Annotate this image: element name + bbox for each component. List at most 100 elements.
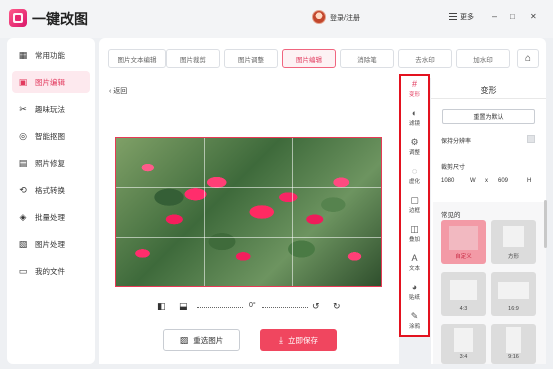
back-link[interactable]: ‹ 返回: [109, 86, 127, 96]
sidebar-item-repair[interactable]: ▤ 照片修复: [12, 152, 90, 174]
overlay-icon: ◫: [410, 224, 419, 234]
preset-thumb: [454, 328, 473, 352]
tool-sticker[interactable]: ◕ 贴纸: [401, 279, 428, 305]
crop-grid-line: [116, 236, 381, 238]
sidebar: ▦ 常用功能 ▣ 图片编辑 ✂ 趣味玩法 ◎ 智能抠图 ▤ 照片修复 ⟲ 格式转…: [7, 38, 95, 364]
photo-repair-icon: ▤: [18, 157, 28, 168]
blur-icon: ◌: [411, 166, 418, 176]
preset-thumb: [450, 280, 477, 300]
text-icon: A: [411, 253, 418, 263]
tool-filter[interactable]: ◐ 滤镜: [401, 105, 428, 131]
tool-column: # 变形 ◐ 滤镜 ⚙ 调整 ◌ 虚化 ▢ 边框 ◫ 叠加 A 文本 ◕ 贴纸 ✎ 涂鸦: [399, 74, 430, 337]
maximize-button[interactable]: □: [510, 12, 515, 21]
rotate-right-icon[interactable]: ↻: [333, 302, 342, 311]
edited-photo[interactable]: [115, 137, 382, 287]
save-button[interactable]: ⤓ 立即保存: [260, 329, 337, 351]
tab-crop[interactable]: 图片裁剪: [166, 49, 220, 68]
filter-icon: ◐: [411, 108, 418, 118]
width-field[interactable]: 1080: [441, 178, 454, 184]
panel-title: 变形: [480, 86, 497, 95]
common-label: 常见的: [441, 212, 461, 219]
rotation-angle: 0°: [249, 302, 256, 309]
tool-overlay[interactable]: ◫ 叠加: [401, 221, 428, 247]
rotate-left-icon[interactable]: ↺: [312, 302, 321, 311]
preset-16-9[interactable]: 16:9: [491, 272, 536, 316]
flip-vertical-icon[interactable]: ⬓: [179, 302, 188, 311]
download-icon: ⤓: [279, 334, 283, 345]
image-process-icon: ▧: [18, 238, 28, 249]
rotate-slider-right[interactable]: [262, 307, 308, 308]
tab-adjust[interactable]: 图片调整: [224, 49, 278, 68]
chevron-left-icon: ‹: [109, 88, 112, 95]
rotate-slider-left[interactable]: [197, 307, 243, 308]
tab-add-watermark[interactable]: 加水印: [456, 49, 510, 68]
tool-transform[interactable]: # 变形: [401, 76, 428, 102]
minimize-button[interactable]: –: [492, 11, 497, 21]
sidebar-item-common[interactable]: ▦ 常用功能: [12, 44, 90, 66]
more-button[interactable]: 更多: [460, 12, 474, 22]
height-field[interactable]: 609: [498, 178, 508, 184]
sidebar-item-label: 趣味玩法: [35, 104, 65, 114]
transform-icon: #: [411, 79, 417, 89]
preset-thumb: [449, 226, 478, 250]
preset-9-16[interactable]: 9:16: [491, 324, 536, 364]
tool-adjust[interactable]: ⚙ 调整: [401, 134, 428, 160]
avatar[interactable]: [312, 10, 326, 24]
tool-text[interactable]: A 文本: [401, 250, 428, 276]
divider: [431, 98, 546, 99]
crop-grid-line: [292, 138, 294, 286]
tool-border[interactable]: ▢ 边框: [401, 192, 428, 218]
height-unit: H: [527, 178, 532, 184]
tab-eraser[interactable]: 消除笔: [340, 49, 394, 68]
tool-label: 虚化: [408, 179, 420, 185]
image-icon: ▨: [179, 334, 189, 345]
sidebar-item-fun[interactable]: ✂ 趣味玩法: [12, 98, 90, 120]
tool-doodle[interactable]: ✎ 涂鸦: [401, 308, 428, 334]
preset-thumb: [503, 226, 524, 247]
reset-default-button[interactable]: 重置为默认: [442, 109, 535, 124]
tab-remove-watermark[interactable]: 去水印: [398, 49, 452, 68]
preset-custom[interactable]: 自定义: [441, 220, 486, 264]
login-link[interactable]: 登录/注册: [330, 13, 360, 23]
preset-thumb: [506, 327, 521, 353]
transform-panel: 变形 重置为默认 保持分辨率 裁剪尺寸 1080 W x 609 H 常见的 自…: [431, 78, 546, 364]
layers-icon: ◈: [19, 211, 27, 222]
preset-label: 9:16: [508, 354, 519, 360]
panel-scrollbar[interactable]: [544, 200, 547, 248]
tool-label: 变形: [408, 92, 420, 98]
flip-horizontal-icon[interactable]: ◧: [157, 302, 166, 311]
tab-image-text-edit[interactable]: 图片文本编辑: [108, 49, 166, 68]
sidebar-item-label: 批量处理: [35, 212, 65, 222]
tab-image-edit[interactable]: 图片编辑: [282, 49, 336, 68]
grid-icon: ▦: [18, 49, 28, 60]
sidebar-item-process[interactable]: ▧ 图片处理: [12, 233, 90, 255]
sidebar-item-convert[interactable]: ⟲ 格式转换: [12, 179, 90, 201]
home-button[interactable]: ⌂: [517, 49, 539, 68]
adjust-icon: ⚙: [410, 137, 419, 147]
crop-size-label: 裁剪尺寸: [441, 165, 466, 171]
tool-blur[interactable]: ◌ 虚化: [401, 163, 428, 189]
image-edit-icon: ▣: [18, 76, 28, 87]
preset-label: 方形: [507, 254, 519, 260]
sidebar-item-batch[interactable]: ◈ 批量处理: [12, 206, 90, 228]
reselect-image-button[interactable]: ▨ 重选图片: [163, 329, 240, 351]
menu-icon[interactable]: [449, 13, 457, 20]
home-icon: ⌂: [524, 53, 532, 64]
rotate-controls: ◧ ⬓ 0° ↺ ↻: [157, 302, 347, 314]
sidebar-item-cutout[interactable]: ◎ 智能抠图: [12, 125, 90, 147]
sidebar-item-image-edit[interactable]: ▣ 图片编辑: [12, 71, 90, 93]
sidebar-item-files[interactable]: ▭ 我的文件: [12, 260, 90, 282]
sidebar-item-label: 照片修复: [35, 158, 65, 168]
preset-square[interactable]: 方形: [491, 220, 536, 264]
crop-grid-line: [116, 187, 381, 189]
cutout-icon: ◎: [19, 130, 27, 141]
preset-3-4[interactable]: 3:4: [441, 324, 486, 364]
app-title: 一键改图: [32, 11, 88, 27]
keep-resolution-checkbox[interactable]: [527, 135, 535, 143]
preset-thumb: [498, 282, 529, 299]
close-button[interactable]: ✕: [530, 12, 537, 21]
preset-4-3[interactable]: 4:3: [441, 272, 486, 316]
tool-label: 文本: [408, 266, 420, 272]
keep-resolution-label: 保持分辨率: [441, 139, 472, 145]
sticker-icon: ◕: [411, 282, 418, 292]
